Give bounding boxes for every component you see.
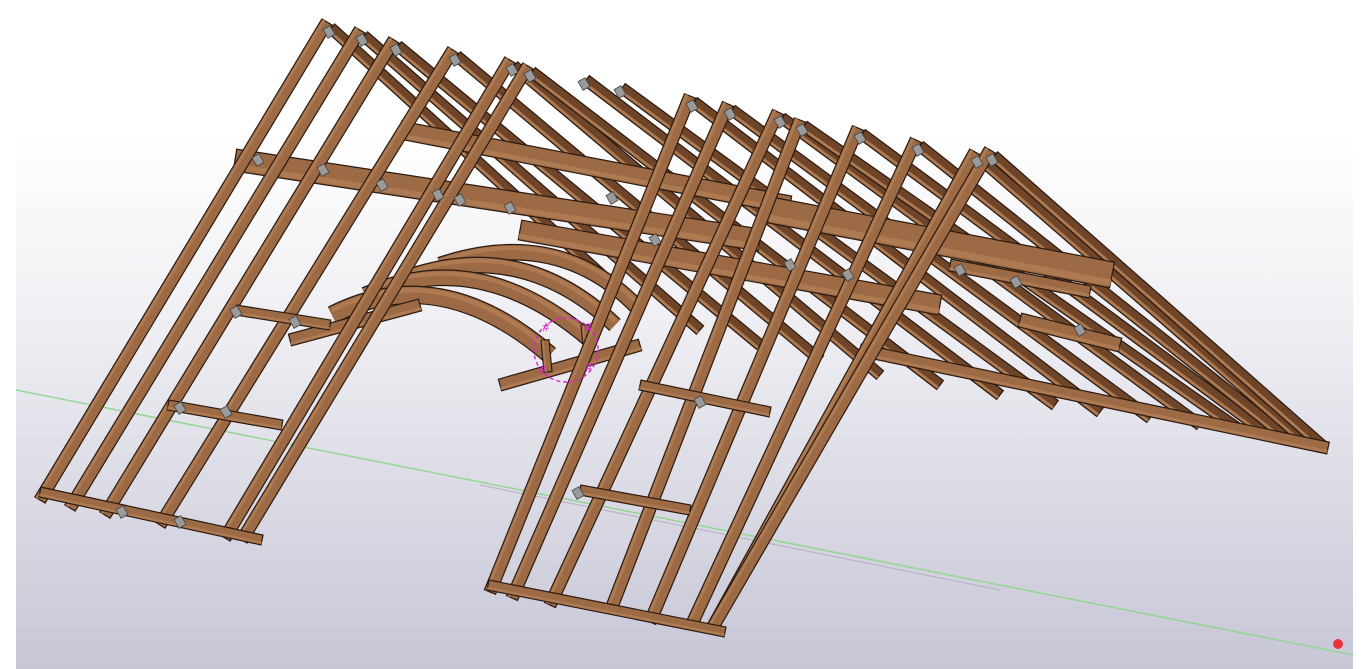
selection-handle: ⧣ (540, 361, 547, 375)
selection-handle: ⧣ (585, 319, 592, 333)
selection-handle: ⧣ (543, 319, 550, 333)
selection-handle: ⧣ (586, 359, 593, 373)
red-dot-icon (1333, 639, 1343, 649)
roof-frame-3d-view[interactable]: ⧣ ⧣ ⧣ ⧣ (0, 0, 1369, 669)
model-viewport[interactable]: ⧣ ⧣ ⧣ ⧣ (0, 0, 1369, 669)
